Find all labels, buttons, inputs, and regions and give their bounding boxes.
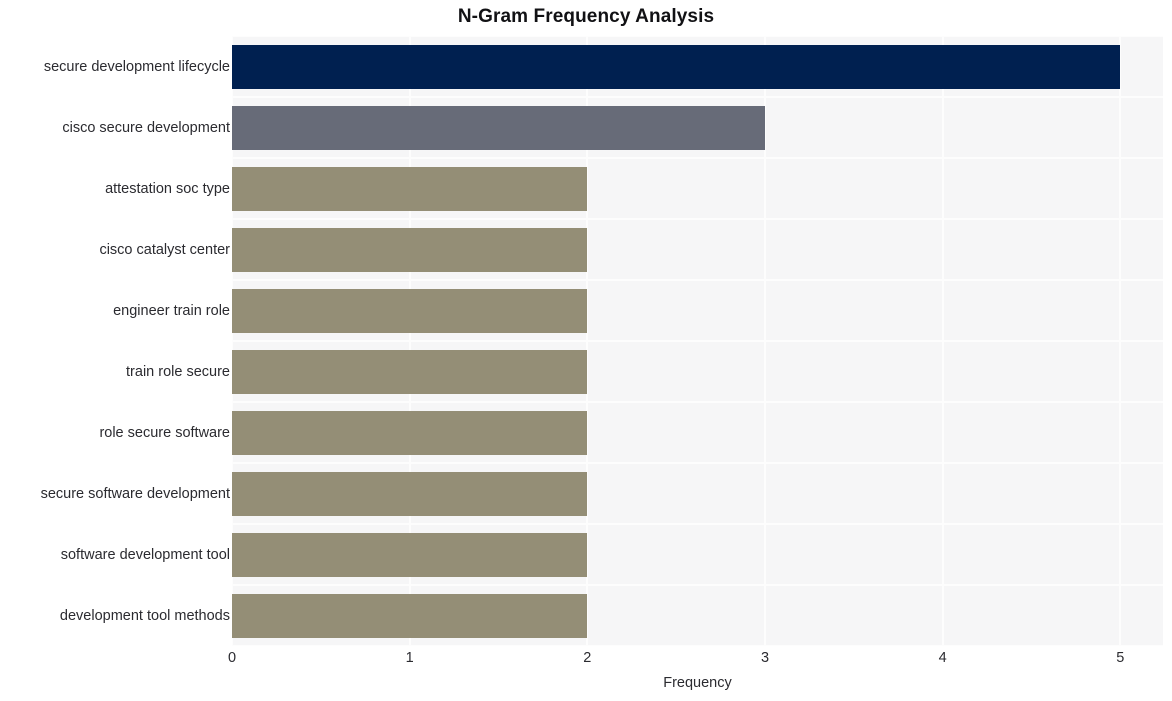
y-axis-label: secure software development: [40, 485, 230, 502]
y-axis-label: engineer train role: [113, 302, 230, 319]
gridline-horizontal: [232, 462, 1163, 464]
ngram-frequency-chart: N-Gram Frequency Analysis secure develop…: [0, 0, 1172, 701]
y-axis-label: train role secure: [126, 363, 230, 380]
plot-area: [232, 36, 1163, 646]
bar: [232, 105, 765, 150]
x-axis-tick-label: 5: [1116, 650, 1125, 666]
gridline-horizontal: [232, 401, 1163, 403]
bar: [232, 471, 588, 516]
y-axis-label: development tool methods: [59, 607, 230, 624]
gridline-horizontal: [232, 279, 1163, 281]
bar: [232, 166, 588, 211]
x-axis-tick-label: 2: [583, 650, 592, 666]
y-axis-label: secure development lifecycle: [43, 58, 230, 75]
bar: [232, 410, 588, 455]
gridline-horizontal: [232, 645, 1163, 646]
gridline-horizontal: [232, 157, 1163, 159]
bar: [232, 288, 588, 333]
y-axis-label: cisco secure development: [62, 119, 230, 136]
x-axis-tick-label: 1: [405, 650, 414, 666]
y-axis-label: software development tool: [60, 546, 230, 563]
gridline-horizontal: [232, 36, 1163, 37]
bar: [232, 227, 588, 272]
x-axis-tick-label: 0: [227, 650, 237, 666]
y-axis-label: attestation soc type: [105, 180, 230, 197]
gridline-horizontal: [232, 340, 1163, 342]
y-axis-label: cisco catalyst center: [99, 241, 230, 258]
gridline-horizontal: [232, 96, 1163, 98]
gridline-horizontal: [232, 218, 1163, 220]
gridline-horizontal: [232, 523, 1163, 525]
y-axis-label: role secure software: [99, 424, 230, 441]
chart-title: N-Gram Frequency Analysis: [457, 6, 715, 27]
x-axis-title: Frequency: [663, 675, 732, 691]
x-axis-tick-label: 4: [938, 650, 947, 666]
gridline-horizontal: [232, 584, 1163, 586]
x-axis-tick-label: 3: [760, 650, 770, 666]
y-axis-labels: secure development lifecycle cisco secure…: [0, 36, 230, 646]
bar: [232, 349, 588, 394]
bar: [232, 44, 1121, 89]
bar: [232, 593, 588, 638]
x-axis-ticks: 0 1 2 3 4 5: [228, 650, 1163, 672]
bar: [232, 532, 588, 577]
